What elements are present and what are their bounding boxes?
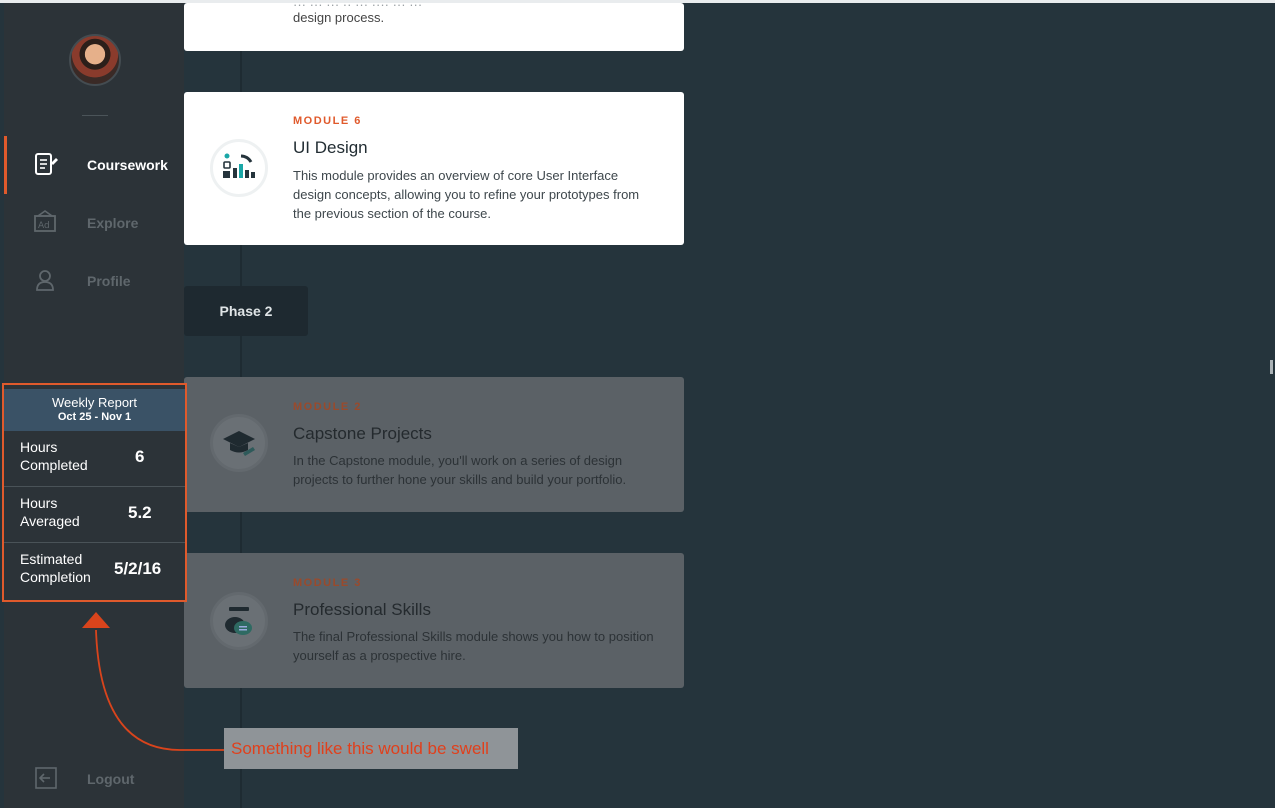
avatar[interactable]: [69, 34, 121, 86]
sidebar-item-explore[interactable]: Ad Explore: [4, 194, 184, 252]
module-description: The final Professional Skills module sho…: [293, 629, 654, 663]
sidebar-item-label: Explore: [87, 215, 139, 231]
module-description: In the Capstone module, you'll work on a…: [293, 453, 627, 487]
module-card-ui-design[interactable]: MODULE 6 UI Design This module provides …: [184, 92, 684, 245]
report-row-hours-averaged: Hours Averaged 5.2: [4, 487, 185, 543]
report-row-label: Hours Completed: [20, 439, 88, 473]
weekly-report-dates: Oct 25 - Nov 1: [57, 411, 132, 423]
report-row-hours-completed: Hours Completed 6: [4, 431, 185, 487]
module-card-previous[interactable]: ··· ··· ··· ·· ··· ···· ··· ··· design p…: [184, 0, 684, 51]
graduation-cap-icon: [210, 414, 268, 472]
logout-icon: [32, 765, 58, 791]
chat-bubbles-icon: [210, 592, 268, 650]
module-description: design process.: [293, 10, 385, 25]
sidebar-item-profile[interactable]: Profile: [4, 252, 184, 310]
module-kicker: MODULE 3: [293, 577, 362, 589]
report-row-estimated-completion: Estimated Completion 5/2/16: [4, 543, 185, 599]
weekly-report: Weekly Report Oct 25 - Nov 1 Hours Compl…: [2, 383, 187, 602]
module-kicker: MODULE 2: [293, 401, 362, 413]
sidebar-item-coursework[interactable]: Coursework: [4, 136, 184, 194]
scrollbar-thumb[interactable]: [1270, 360, 1273, 374]
logout-button[interactable]: Logout: [4, 750, 184, 808]
report-row-value: 6: [135, 447, 145, 466]
notebook-icon: [32, 151, 58, 177]
report-row-label: Hours Averaged: [20, 495, 80, 529]
module-title[interactable]: UI Design: [293, 138, 368, 158]
report-row-label: Estimated Completion: [20, 551, 91, 585]
divider: [82, 115, 108, 116]
module-kicker: MODULE 6: [293, 115, 362, 127]
report-row-value: 5.2: [128, 503, 152, 522]
sidebar-item-label: Profile: [87, 273, 131, 289]
module-description: This module provides an overview of core…: [293, 168, 640, 221]
bar-chart-icon: [210, 139, 268, 197]
module-title[interactable]: Professional Skills: [293, 600, 431, 620]
weekly-report-header: Weekly Report Oct 25 - Nov 1: [4, 389, 185, 431]
person-icon: [32, 267, 58, 293]
weekly-report-title: Weekly Report: [51, 395, 137, 410]
easel-icon: Ad: [32, 209, 58, 235]
report-row-value: 5/2/16: [114, 559, 162, 578]
module-title[interactable]: Capstone Projects: [293, 424, 432, 444]
module-card-professional-skills[interactable]: MODULE 3 Professional Skills The final P…: [184, 553, 684, 688]
phase-label: Phase 2: [184, 286, 308, 336]
module-card-capstone[interactable]: MODULE 2 Capstone Projects In the Capsto…: [184, 377, 684, 512]
annotation-note: Something like this would be swell: [224, 728, 518, 769]
svg-text:Ad: Ad: [38, 221, 50, 231]
sidebar-item-label: Coursework: [87, 157, 168, 173]
logout-label: Logout: [87, 771, 135, 787]
